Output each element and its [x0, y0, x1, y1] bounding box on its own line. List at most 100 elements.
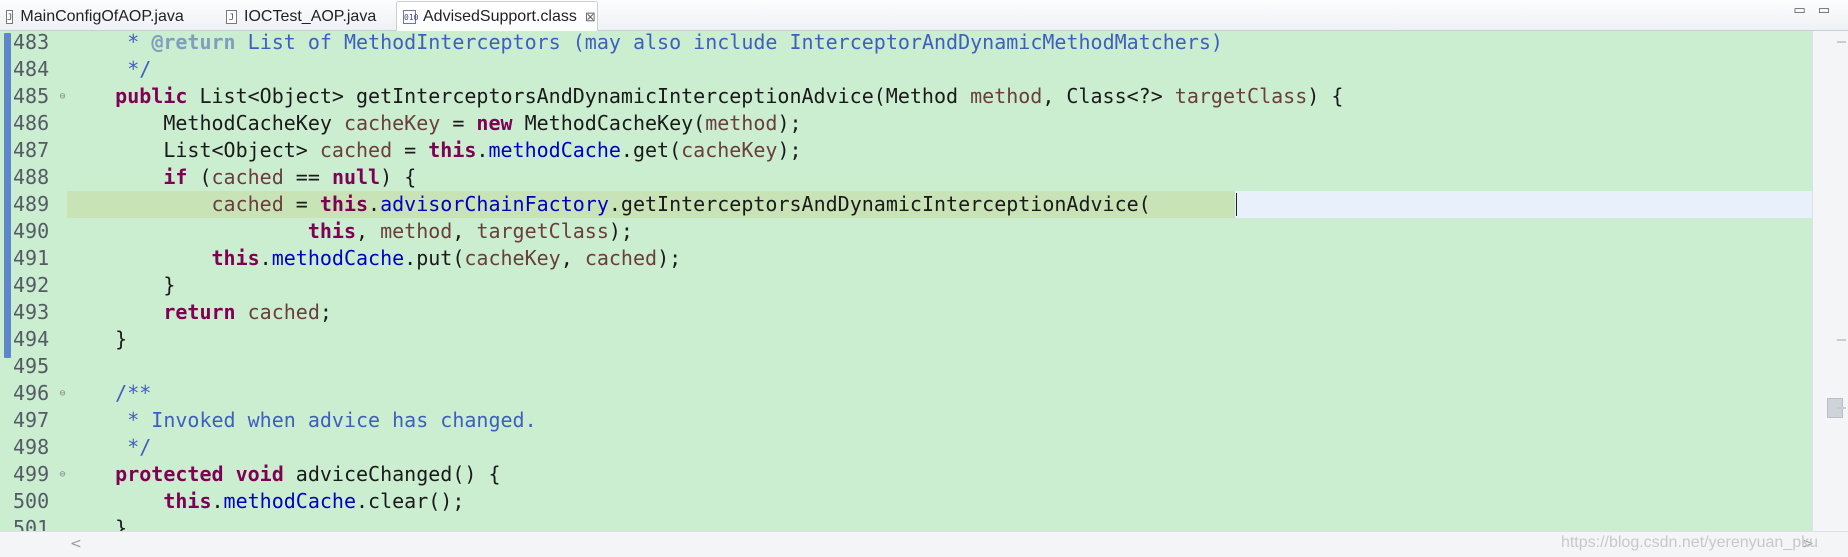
code-line[interactable]: if (cached == null) {: [67, 164, 1812, 191]
code-token: .getInterceptorsAndDynamicInterceptionAd…: [608, 192, 1151, 216]
code-token: */: [127, 57, 152, 81]
code-token: cached: [247, 300, 320, 324]
code-token: ) {: [1307, 84, 1344, 108]
maximize-icon[interactable]: ▭: [1818, 3, 1830, 18]
code-line[interactable]: public List<Object> getInterceptorsAndDy…: [67, 83, 1812, 110]
code-token: this: [211, 246, 260, 270]
line-number: 497: [13, 408, 50, 432]
code-token: }: [67, 327, 128, 351]
java-file-icon: J: [226, 9, 237, 24]
line-number: 492: [13, 273, 50, 297]
code-line[interactable]: */: [67, 434, 1812, 461]
scroll-left-icon[interactable]: <: [70, 536, 82, 552]
code-line[interactable]: this, method, targetClass);: [67, 218, 1812, 245]
tab-advisedsupport-class[interactable]: 010 AdvisedSupport.class ⊠: [396, 1, 598, 31]
code-token: .: [476, 138, 489, 162]
code-editor[interactable]: 483 484 485 486 487 488 489 490 491 492 493 494 495 4…: [0, 31, 1848, 531]
code-line[interactable]: }: [67, 272, 1812, 299]
code-line[interactable]: * @return List of MethodInterceptors (ma…: [67, 31, 1812, 56]
code-token: @return: [151, 31, 236, 54]
code-token: advisorChainFactory: [380, 192, 609, 216]
code-token: List<Object> getInterceptorsAndDynamicIn…: [187, 84, 971, 108]
watermark: https://blog.csdn.net/yerenyuan_pku: [1560, 534, 1818, 551]
code-token: =: [283, 192, 320, 216]
line-number: 500: [13, 489, 50, 513]
code-line[interactable]: }: [67, 515, 1812, 531]
code-token: );: [777, 111, 802, 135]
code-token: *: [127, 31, 152, 54]
line-number: 487: [13, 138, 50, 162]
tab-label: IOCTest_AOP.java: [244, 7, 377, 25]
line-number: 501: [13, 516, 50, 531]
code-line[interactable]: * Invoked when advice has changed.: [67, 407, 1812, 434]
code-token: ,: [452, 219, 477, 243]
code-line[interactable]: List<Object> cached = this.methodCache.g…: [67, 137, 1812, 164]
range-indicator: [4, 33, 11, 358]
code-token: =: [440, 111, 477, 135]
minimize-icon[interactable]: ▭: [1793, 3, 1805, 18]
code-line[interactable]: protected void adviceChanged() {: [67, 461, 1812, 488]
code-token: method: [705, 111, 778, 135]
code-token: ==: [283, 165, 332, 189]
code-token: );: [657, 246, 682, 270]
code-token: if: [163, 165, 188, 189]
editor-tab-bar: J MainConfigOfAOP.java J IOCTest_AOP.jav…: [0, 0, 1848, 31]
overview-marker: [1837, 339, 1846, 341]
code-line[interactable]: return cached;: [67, 299, 1812, 326]
code-token: method: [380, 219, 453, 243]
code-token: this: [428, 138, 477, 162]
code-line[interactable]: [67, 353, 1812, 380]
code-line[interactable]: */: [67, 56, 1812, 83]
line-number: 488: [13, 165, 50, 189]
code-token: MethodCacheKey(: [512, 111, 706, 135]
code-line[interactable]: }: [67, 326, 1812, 353]
vertical-scrollbar[interactable]: [1812, 31, 1848, 531]
code-token: cached: [211, 165, 284, 189]
code-token: .: [211, 489, 224, 513]
code-token: ,: [356, 219, 381, 243]
close-tab-icon[interactable]: ⊠: [585, 9, 596, 25]
line-number-gutter: 483 484 485 486 487 488 489 490 491 492 493 494 495 4…: [13, 31, 67, 531]
tab-ioctest-aop[interactable]: J IOCTest_AOP.java: [220, 2, 392, 31]
code-area[interactable]: * @return List of MethodInterceptors (ma…: [67, 31, 1812, 531]
code-token: );: [777, 138, 802, 162]
line-number: 483: [13, 31, 50, 54]
fold-toggle-icon[interactable]: ⊖: [58, 92, 67, 102]
line-number: 484: [13, 57, 50, 81]
code-token: .put(: [404, 246, 465, 270]
line-number: 495: [13, 354, 50, 378]
line-number: 489: [13, 192, 50, 216]
code-token: }: [67, 516, 128, 531]
fold-toggle-icon[interactable]: ⊖: [58, 470, 67, 480]
tab-mainconfigofaop[interactable]: J MainConfigOfAOP.java: [0, 2, 184, 31]
java-file-icon: J: [6, 9, 14, 24]
code-line[interactable]: /**: [67, 380, 1812, 407]
code-token: this: [163, 489, 212, 513]
line-number: 498: [13, 435, 50, 459]
line-number: 496: [13, 381, 50, 405]
fold-toggle-icon[interactable]: ⊖: [58, 389, 67, 399]
line-number: 494: [13, 327, 50, 351]
line-number: 486: [13, 111, 50, 135]
code-token: public: [115, 84, 188, 108]
code-line[interactable]: cached = this.advisorChainFactory.getInt…: [67, 191, 1812, 218]
class-file-icon: 010: [403, 9, 418, 24]
code-token: method: [970, 84, 1043, 108]
code-line[interactable]: this.methodCache.clear();: [67, 488, 1812, 515]
vertical-ruler: [0, 31, 13, 531]
code-token: cached: [584, 246, 658, 270]
code-line[interactable]: this.methodCache.put(cacheKey, cached);: [67, 245, 1812, 272]
code-token: protected: [115, 462, 224, 486]
code-line[interactable]: MethodCacheKey cacheKey = new MethodCach…: [67, 110, 1812, 137]
code-token: List of MethodInterceptors (may also inc…: [235, 31, 1223, 54]
